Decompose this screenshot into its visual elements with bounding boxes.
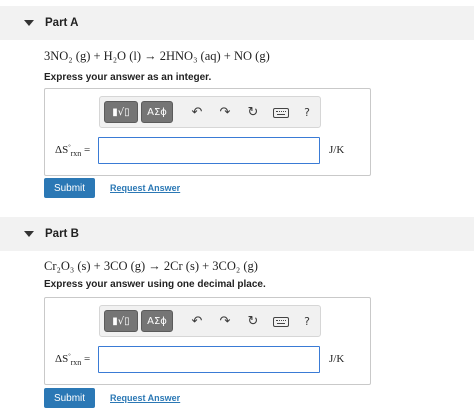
part-a-answer-input[interactable] <box>98 137 320 164</box>
part-a-request-answer-link[interactable]: Request Answer <box>110 183 180 193</box>
part-a-submit-button[interactable]: Submit <box>44 178 95 198</box>
undo-icon[interactable]: ↶ <box>188 312 206 330</box>
part-b-math-toolbar: ▮√▯ ΑΣϕ ↶ ↷ ↻ ? <box>99 305 321 337</box>
part-b-answer-box: ▮√▯ ΑΣϕ ↶ ↷ ↻ ? ΔS°rxn = J/K <box>44 297 371 385</box>
undo-icon[interactable]: ↶ <box>188 103 206 121</box>
symbols-button[interactable]: ΑΣϕ <box>141 310 173 332</box>
part-a-math-toolbar: ▮√▯ ΑΣϕ ↶ ↷ ↻ ? <box>99 96 321 128</box>
part-a-header[interactable]: Part A <box>0 6 474 40</box>
part-b-entropy-label: ΔS°rxn = <box>55 353 91 368</box>
part-b-unit: J/K <box>329 353 345 365</box>
templates-button[interactable]: ▮√▯ <box>104 101 138 123</box>
part-a: Part A 3NO₂ (g) + H₂O (l) → 2HNO₃ (aq) +… <box>0 6 474 202</box>
part-b-request-answer-link[interactable]: Request Answer <box>110 393 180 403</box>
part-b-answer-input[interactable] <box>98 346 320 373</box>
collapse-caret-icon[interactable] <box>24 20 34 26</box>
part-a-answer-box: ▮√▯ ΑΣϕ ↶ ↷ ↻ ? ΔS°rxn = J/K <box>44 88 371 176</box>
reset-icon[interactable]: ↻ <box>244 103 262 121</box>
part-a-reaction: 3NO₂ (g) + H₂O (l) → 2HNO₃ (aq) + NO (g) <box>44 49 270 63</box>
part-b-instruction: Express your answer using one decimal pl… <box>44 279 266 290</box>
reset-icon[interactable]: ↻ <box>244 312 262 330</box>
collapse-caret-icon[interactable] <box>24 231 34 237</box>
keyboard-icon[interactable] <box>272 103 290 121</box>
templates-button[interactable]: ▮√▯ <box>104 310 138 332</box>
redo-icon[interactable]: ↷ <box>216 312 234 330</box>
redo-icon[interactable]: ↷ <box>216 103 234 121</box>
part-a-instruction: Express your answer as an integer. <box>44 72 212 83</box>
symbols-button[interactable]: ΑΣϕ <box>141 101 173 123</box>
part-b-reaction: Cr₂O₃ (s) + 3CO (g) → 2Cr (s) + 3CO₂ (g) <box>44 259 258 273</box>
keyboard-icon[interactable] <box>272 312 290 330</box>
help-button[interactable]: ? <box>298 312 316 330</box>
part-b-submit-button[interactable]: Submit <box>44 388 95 408</box>
part-b: Part B Cr₂O₃ (s) + 3CO (g) → 2Cr (s) + 3… <box>0 217 474 417</box>
help-button[interactable]: ? <box>298 103 316 121</box>
part-b-header[interactable]: Part B <box>0 217 474 251</box>
part-b-title: Part B <box>45 228 79 240</box>
part-a-title: Part A <box>45 17 79 29</box>
part-a-entropy-label: ΔS°rxn = <box>55 144 91 159</box>
part-a-unit: J/K <box>329 144 345 156</box>
